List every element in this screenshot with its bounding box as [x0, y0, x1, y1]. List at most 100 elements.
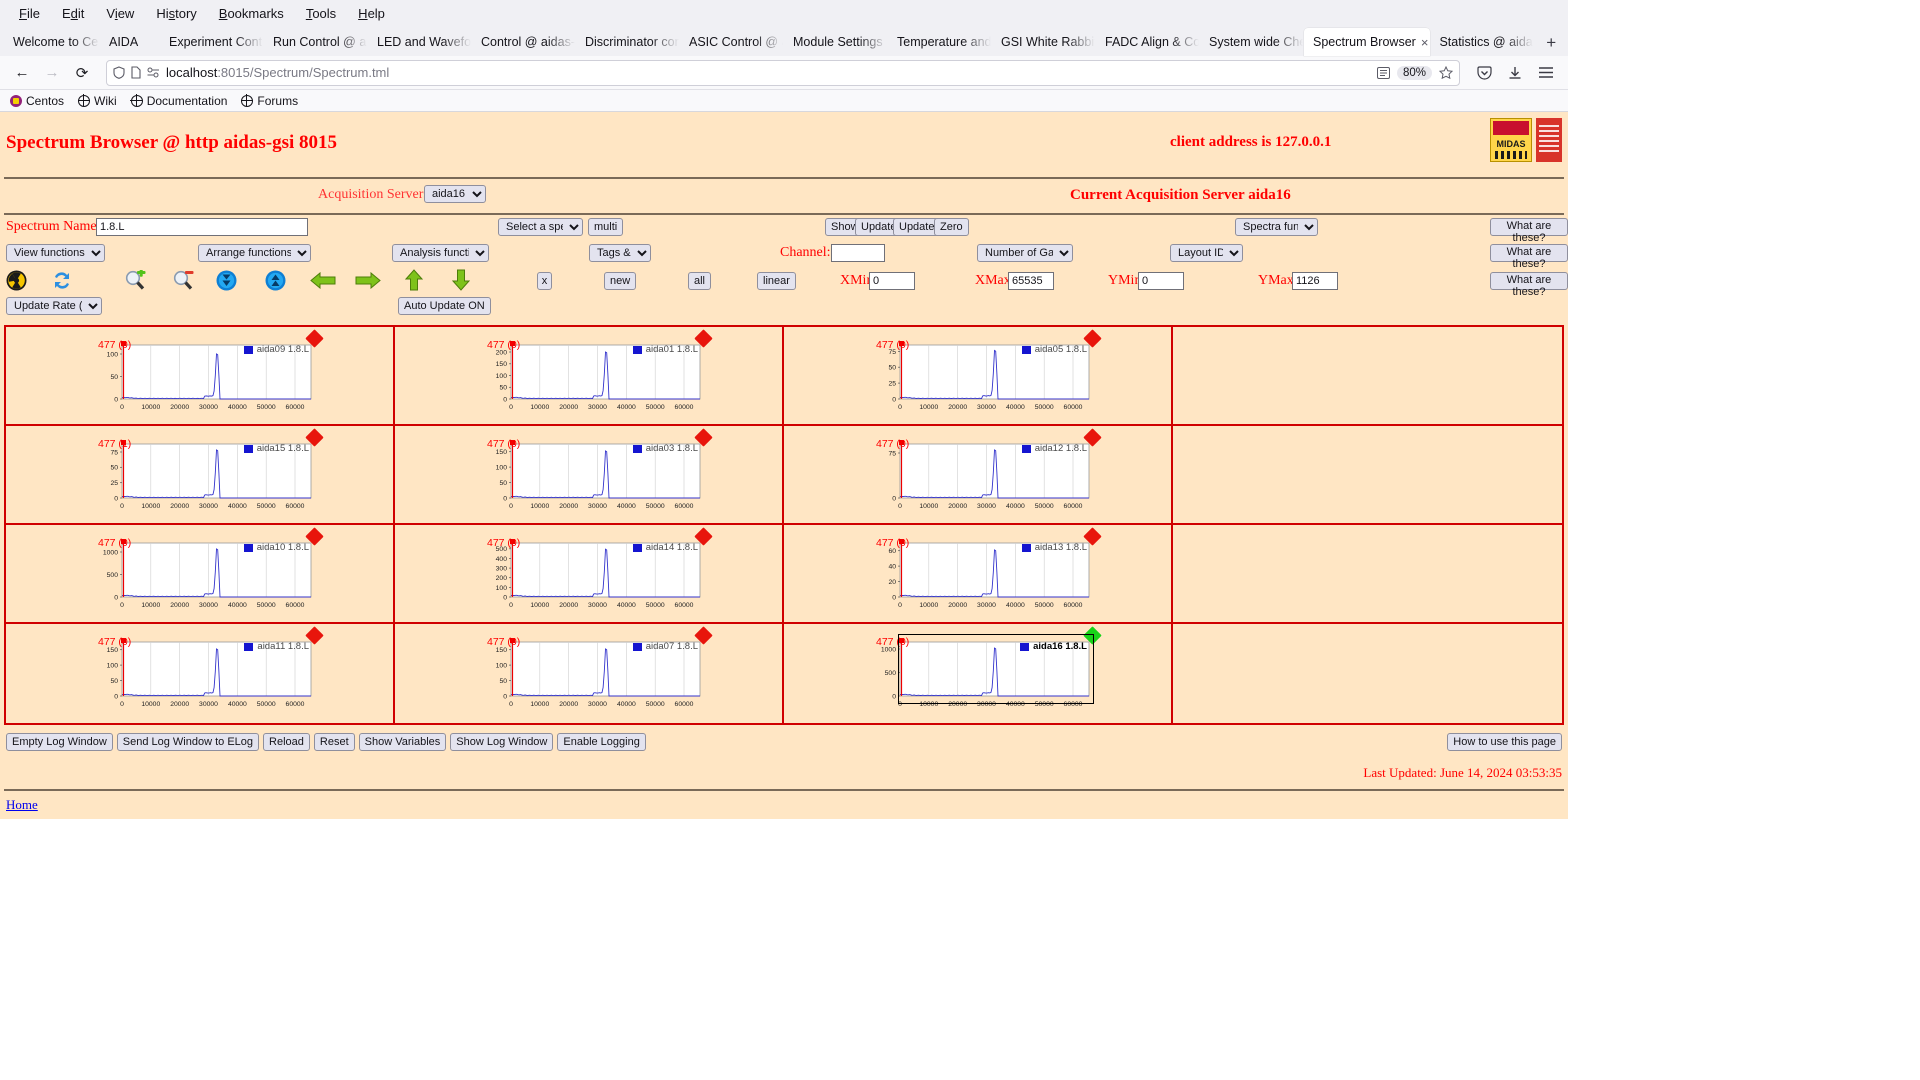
- tab-1[interactable]: AIDA: [100, 28, 160, 56]
- arrange-functions-dropdown[interactable]: Arrange functions: [198, 244, 311, 262]
- zero-button[interactable]: Zero: [934, 218, 969, 236]
- permissions-icon[interactable]: [147, 66, 160, 79]
- bottom-button-show-log-window[interactable]: Show Log Window: [450, 733, 554, 751]
- expand-icon[interactable]: [265, 270, 286, 295]
- spectrum-cell[interactable]: 0 10000 20000 30000 40000 50000 60000 0 50 100 150…: [395, 624, 784, 723]
- spectra-functions-dropdown[interactable]: Spectra functions: [1235, 218, 1318, 236]
- spectrum-cell[interactable]: 0 10000 20000 30000 40000 50000 60000 0 25 50 75 47…: [784, 327, 1173, 424]
- tab-8[interactable]: Module Settings: [784, 28, 888, 56]
- zoom-in-icon[interactable]: [124, 268, 147, 295]
- back-button[interactable]: ←: [8, 59, 36, 87]
- all-button[interactable]: all: [688, 272, 712, 290]
- radioactive-icon[interactable]: [6, 270, 27, 295]
- spectrum-cell[interactable]: 0 10000 20000 30000 40000 50000 60000 0 75 477 (0…: [784, 426, 1173, 523]
- view-functions-dropdown[interactable]: View functions: [6, 244, 105, 262]
- number-of-galleries-dropdown[interactable]: Number of Galleries: [977, 244, 1073, 262]
- collapse-icon[interactable]: [216, 270, 237, 295]
- tab-14[interactable]: Statistics @ aidas: [1430, 28, 1534, 56]
- tab-5[interactable]: Control @ aidas-gsi: [472, 28, 576, 56]
- linear-button[interactable]: linear: [757, 272, 796, 290]
- tab-9[interactable]: Temperature and H: [888, 28, 992, 56]
- bottom-button-enable-logging[interactable]: Enable Logging: [557, 733, 646, 751]
- spectrum-cell[interactable]: 0 10000 20000 30000 40000 50000 60000 0 50 100 150…: [395, 327, 784, 424]
- spectrum-cell[interactable]: 0 10000 20000 30000 40000 50000 60000 0 100 200 30…: [395, 525, 784, 622]
- bottom-button-reload[interactable]: Reload: [263, 733, 310, 751]
- ymax-input[interactable]: [1292, 272, 1338, 290]
- tab-3[interactable]: Run Control @ aidas: [264, 28, 368, 56]
- channel-input[interactable]: [831, 244, 885, 262]
- menu-edit[interactable]: Edit: [51, 3, 95, 24]
- multi-button[interactable]: multi: [588, 218, 624, 236]
- spectrum-cell[interactable]: 0 10000 20000 30000 40000 50000 60000 0 50 100 150…: [395, 426, 784, 523]
- bookmark-centos[interactable]: Centos: [10, 94, 64, 108]
- app-menu-icon[interactable]: [1532, 59, 1560, 87]
- address-bar[interactable]: localhost:8015/Spectrum/Spectrum.tml 80%: [106, 59, 1460, 86]
- menu-view[interactable]: View: [95, 3, 145, 24]
- layout-id-dropdown[interactable]: Layout ID=3: [1170, 244, 1243, 262]
- new-button[interactable]: new: [604, 272, 637, 290]
- tab-13[interactable]: Spectrum Browser ×: [1304, 28, 1431, 56]
- menu-history[interactable]: History: [145, 3, 207, 24]
- spectrum-cell[interactable]: 0 10000 20000 30000 40000 50000 60000 0 25 50 75 47…: [6, 426, 395, 523]
- arrow-right-icon[interactable]: [355, 271, 381, 293]
- what-are-these-button-1[interactable]: What are these?: [1490, 218, 1568, 244]
- home-link[interactable]: Home: [6, 797, 38, 812]
- spectrum-cell[interactable]: [1173, 426, 1562, 523]
- tab-7[interactable]: ASIC Control @ aid: [680, 28, 784, 56]
- menu-file[interactable]: File: [8, 3, 51, 24]
- zoom-level-badge[interactable]: 80%: [1396, 65, 1432, 80]
- tab-4[interactable]: LED and Waveform: [368, 28, 472, 56]
- downloads-icon[interactable]: [1501, 59, 1529, 87]
- spectrum-cell[interactable]: 0 10000 20000 30000 40000 50000 60000 0 20 40 60 47…: [784, 525, 1173, 622]
- new-tab-button[interactable]: +: [1538, 30, 1564, 56]
- bottom-button-reset[interactable]: Reset: [313, 733, 355, 751]
- spectrum-cell[interactable]: 0 10000 20000 30000 40000 50000 60000 0 50 100 477…: [6, 327, 395, 424]
- refresh-icon[interactable]: [51, 270, 73, 295]
- xmin-input[interactable]: [869, 272, 915, 290]
- bookmark-star-icon[interactable]: [1439, 66, 1453, 79]
- tab-11[interactable]: FADC Align & Comp: [1096, 28, 1200, 56]
- xmax-input[interactable]: [1008, 272, 1054, 290]
- how-to-use-button[interactable]: How to use this page: [1447, 733, 1562, 751]
- pocket-icon[interactable]: [1470, 59, 1498, 87]
- auto-update-button[interactable]: Auto Update ON: [398, 297, 491, 315]
- close-icon[interactable]: ×: [1421, 36, 1429, 49]
- spectrum-cell[interactable]: 0 10000 20000 30000 40000 50000 60000 0 50 100 150…: [6, 624, 395, 723]
- bookmark-wiki[interactable]: Wiki: [77, 94, 117, 108]
- update-rate-dropdown[interactable]: Update Rate (8 secs): [6, 297, 102, 315]
- forward-button[interactable]: →: [38, 59, 66, 87]
- arrow-left-icon[interactable]: [310, 271, 336, 293]
- reload-button[interactable]: ⟳: [68, 59, 96, 87]
- bottom-button-empty-log-window[interactable]: Empty Log Window: [6, 733, 113, 751]
- select-spectrum-dropdown[interactable]: Select a spectrum: [498, 218, 583, 236]
- x-button[interactable]: x: [537, 272, 552, 290]
- menu-tools[interactable]: Tools: [295, 3, 347, 24]
- bottom-button-send-log-window-to-elog[interactable]: Send Log Window to ELog: [116, 733, 260, 751]
- spectrum-cell[interactable]: 0 10000 20000 30000 40000 50000 60000 0 500 1000 4…: [6, 525, 395, 622]
- ymin-input[interactable]: [1138, 272, 1184, 290]
- spectrum-cell[interactable]: [1173, 327, 1562, 424]
- tab-10[interactable]: GSI White Rabbit: [992, 28, 1096, 56]
- tab-12[interactable]: System wide Check: [1200, 28, 1304, 56]
- bottom-button-show-variables[interactable]: Show Variables: [358, 733, 447, 751]
- arrow-down-icon[interactable]: [451, 269, 471, 295]
- spectrum-name-input[interactable]: [96, 218, 308, 236]
- tags-fits-dropdown[interactable]: Tags & Fits: [589, 244, 651, 262]
- menu-help[interactable]: Help: [347, 3, 396, 24]
- menu-bookmarks[interactable]: Bookmarks: [208, 3, 295, 24]
- spectrum-cell[interactable]: 0 10000 20000 30000 40000 50000 60000 0 500 1000 4…: [784, 624, 1173, 723]
- spectrum-cell[interactable]: [1173, 624, 1562, 723]
- tab-0[interactable]: Welcome to CentOS: [4, 28, 100, 56]
- zoom-out-icon[interactable]: [172, 270, 195, 295]
- tab-6[interactable]: Discriminator control: [576, 28, 680, 56]
- bookmark-documentation[interactable]: Documentation: [130, 94, 227, 108]
- spectrum-cell[interactable]: [1173, 525, 1562, 622]
- bookmark-forums[interactable]: Forums: [241, 94, 298, 108]
- reader-mode-icon[interactable]: [1376, 66, 1390, 79]
- tab-2[interactable]: Experiment Control: [160, 28, 264, 56]
- analysis-functions-dropdown[interactable]: Analysis functions: [392, 244, 489, 262]
- arrow-up-icon[interactable]: [404, 269, 424, 295]
- what-are-these-button-2[interactable]: What are these?: [1490, 244, 1568, 270]
- acquisition-server-select[interactable]: aida16: [424, 185, 486, 203]
- what-are-these-button-3[interactable]: What are these?: [1490, 272, 1568, 298]
